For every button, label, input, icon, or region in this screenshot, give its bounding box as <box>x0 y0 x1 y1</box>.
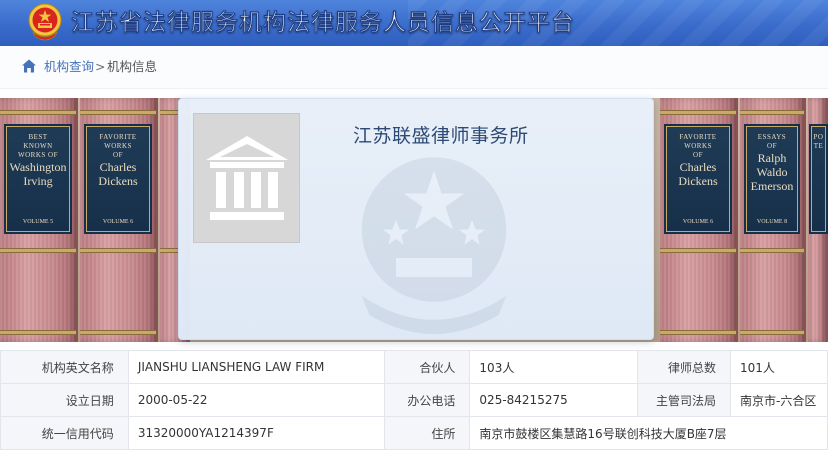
field-value-english-name: JIANSHU LIANSHENG LAW FIRM <box>127 350 385 384</box>
book-label: ESSAYS OF Ralph Waldo Emerson VOLUME 8 <box>746 126 798 232</box>
field-value-partners: 103人 <box>469 350 639 384</box>
book-label: FAVORITE WORKS OF Charles Dickens VOLUME… <box>666 126 730 232</box>
breadcrumb: 机构查询 > 机构信息 <box>0 46 828 89</box>
field-label-address: 住所 <box>383 416 471 450</box>
org-logo <box>193 113 300 243</box>
site-header: 江苏省法律服务机构法律服务人员信息公开平台 <box>0 0 828 46</box>
field-value-credit-code: 31320000YA1214397F <box>127 416 385 450</box>
breadcrumb-separator: > <box>95 59 106 74</box>
field-label-partners: 合伙人 <box>383 350 471 384</box>
field-label-english-name: 机构英文名称 <box>0 350 129 384</box>
book-spine: FAVORITE WORKS OF Charles Dickens VOLUME… <box>80 98 158 342</box>
home-icon[interactable] <box>21 58 37 74</box>
field-label-office-phone: 办公电话 <box>383 383 471 417</box>
book-spine: BEST KNOWN WORKS OF Washington Irving VO… <box>0 98 78 342</box>
field-value-justice-bureau: 南京市-六合区 <box>730 383 828 417</box>
field-value-office-phone: 025-84215275 <box>469 383 639 417</box>
courthouse-icon <box>206 136 288 220</box>
field-label-lawyer-count: 律师总数 <box>637 350 731 384</box>
book-spine: ESSAYS OF Ralph Waldo Emerson VOLUME 8 <box>740 98 806 342</box>
field-value-established-date: 2000-05-22 <box>127 383 385 417</box>
site-title: 江苏省法律服务机构法律服务人员信息公开平台 <box>71 10 575 36</box>
field-value-address: 南京市鼓楼区集慧路16号联创科技大厦B座7层 <box>469 416 828 450</box>
book-label: PO TE <box>811 126 826 232</box>
field-label-established-date: 设立日期 <box>0 383 129 417</box>
book-spine: PO TE <box>808 98 828 342</box>
table-row: 统一信用代码 31320000YA1214397F 住所 南京市鼓楼区集慧路16… <box>0 416 828 450</box>
emblem-watermark-icon <box>361 157 507 334</box>
org-info-card: 江苏联盛律师事务所 <box>178 98 654 340</box>
book-label: FAVORITE WORKS OF Charles Dickens VOLUME… <box>86 126 150 232</box>
field-value-lawyer-count: 101人 <box>730 350 828 384</box>
breadcrumb-link-org-search[interactable]: 机构查询 <box>44 59 94 75</box>
field-label-justice-bureau: 主管司法局 <box>637 383 731 417</box>
book-spine: FAVORITE WORKS OF Charles Dickens VOLUME… <box>660 98 738 342</box>
book-label: BEST KNOWN WORKS OF Washington Irving VO… <box>6 126 70 232</box>
breadcrumb-current: 机构信息 <box>107 59 158 74</box>
national-emblem-icon[interactable] <box>27 2 63 42</box>
table-row: 机构英文名称 JIANSHU LIANSHENG LAW FIRM 合伙人 10… <box>0 350 828 384</box>
org-info-table: 机构英文名称 JIANSHU LIANSHENG LAW FIRM 合伙人 10… <box>0 350 828 450</box>
table-row: 设立日期 2000-05-22 办公电话 025-84215275 主管司法局 … <box>0 383 828 417</box>
field-label-credit-code: 统一信用代码 <box>0 416 129 450</box>
firm-name: 江苏联盛律师事务所 <box>353 125 529 147</box>
